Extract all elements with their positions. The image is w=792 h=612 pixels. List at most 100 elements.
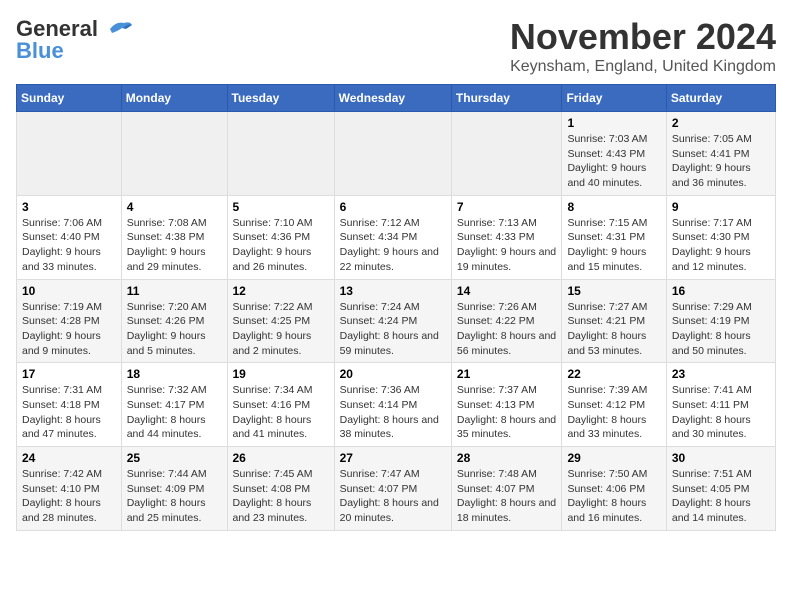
calendar-cell: 1 Sunrise: 7:03 AM Sunset: 4:43 PM Daylig… — [562, 112, 666, 196]
day-number: 28 — [457, 451, 557, 465]
day-number: 1 — [567, 116, 660, 130]
day-info: Sunrise: 7:08 AM Sunset: 4:38 PM Dayligh… — [127, 216, 222, 275]
day-info: Sunrise: 7:15 AM Sunset: 4:31 PM Dayligh… — [567, 216, 660, 275]
calendar-cell: 24Sunrise: 7:42 AM Sunset: 4:10 PM Dayli… — [17, 447, 122, 531]
day-info: Sunrise: 7:47 AM Sunset: 4:07 PM Dayligh… — [340, 467, 446, 526]
day-number: 27 — [340, 451, 446, 465]
day-number: 18 — [127, 367, 222, 381]
day-info: Sunrise: 7:31 AM Sunset: 4:18 PM Dayligh… — [22, 383, 116, 442]
day-number: 5 — [233, 200, 329, 214]
day-info: Sunrise: 7:03 AM Sunset: 4:43 PM Dayligh… — [567, 132, 660, 191]
day-info: Sunrise: 7:36 AM Sunset: 4:14 PM Dayligh… — [340, 383, 446, 442]
day-number: 26 — [233, 451, 329, 465]
calendar-cell: 29 Sunrise: 7:50 AM Sunset: 4:06 PM Dayli… — [562, 447, 666, 531]
day-info: Sunrise: 7:39 AM Sunset: 4:12 PM Dayligh… — [567, 383, 660, 442]
day-number: 29 — [567, 451, 660, 465]
day-number: 8 — [567, 200, 660, 214]
day-number: 20 — [340, 367, 446, 381]
day-number: 12 — [233, 284, 329, 298]
day-info: Sunrise: 7:13 AM Sunset: 4:33 PM Dayligh… — [457, 216, 557, 275]
day-number: 14 — [457, 284, 557, 298]
day-number: 23 — [672, 367, 770, 381]
logo-text-blue: Blue — [16, 38, 64, 64]
day-number: 4 — [127, 200, 222, 214]
day-info: Sunrise: 7:32 AM Sunset: 4:17 PM Dayligh… — [127, 383, 222, 442]
day-info: Sunrise: 7:34 AM Sunset: 4:16 PM Dayligh… — [233, 383, 329, 442]
month-title: November 2024 — [510, 16, 776, 58]
day-info: Sunrise: 7:24 AM Sunset: 4:24 PM Dayligh… — [340, 300, 446, 359]
day-info: Sunrise: 7:37 AM Sunset: 4:13 PM Dayligh… — [457, 383, 557, 442]
day-number: 22 — [567, 367, 660, 381]
calendar-cell: 21Sunrise: 7:37 AM Sunset: 4:13 PM Dayli… — [451, 363, 562, 447]
day-info: Sunrise: 7:26 AM Sunset: 4:22 PM Dayligh… — [457, 300, 557, 359]
header: General Blue November 2024 Keynsham, Eng… — [16, 16, 776, 76]
calendar-week-5: 24Sunrise: 7:42 AM Sunset: 4:10 PM Dayli… — [17, 447, 776, 531]
header-day-monday: Monday — [121, 85, 227, 112]
calendar-week-2: 3 Sunrise: 7:06 AM Sunset: 4:40 PM Daylig… — [17, 195, 776, 279]
calendar-cell: 3 Sunrise: 7:06 AM Sunset: 4:40 PM Daylig… — [17, 195, 122, 279]
calendar-cell — [121, 112, 227, 196]
calendar-cell — [451, 112, 562, 196]
day-number: 2 — [672, 116, 770, 130]
calendar-cell: 9 Sunrise: 7:17 AM Sunset: 4:30 PM Daylig… — [666, 195, 775, 279]
day-info: Sunrise: 7:22 AM Sunset: 4:25 PM Dayligh… — [233, 300, 329, 359]
calendar-week-4: 17 Sunrise: 7:31 AM Sunset: 4:18 PM Dayli… — [17, 363, 776, 447]
calendar-cell: 16 Sunrise: 7:29 AM Sunset: 4:19 PM Dayli… — [666, 279, 775, 363]
calendar-week-3: 10Sunrise: 7:19 AM Sunset: 4:28 PM Dayli… — [17, 279, 776, 363]
day-number: 17 — [22, 367, 116, 381]
calendar-cell — [227, 112, 334, 196]
day-info: Sunrise: 7:45 AM Sunset: 4:08 PM Dayligh… — [233, 467, 329, 526]
calendar-cell: 7Sunrise: 7:13 AM Sunset: 4:33 PM Daylig… — [451, 195, 562, 279]
logo: General Blue — [16, 16, 134, 64]
day-info: Sunrise: 7:10 AM Sunset: 4:36 PM Dayligh… — [233, 216, 329, 275]
calendar-cell: 12 Sunrise: 7:22 AM Sunset: 4:25 PM Dayli… — [227, 279, 334, 363]
calendar-cell: 11Sunrise: 7:20 AM Sunset: 4:26 PM Dayli… — [121, 279, 227, 363]
calendar-cell: 13Sunrise: 7:24 AM Sunset: 4:24 PM Dayli… — [334, 279, 451, 363]
calendar-cell: 5 Sunrise: 7:10 AM Sunset: 4:36 PM Daylig… — [227, 195, 334, 279]
calendar-cell: 15 Sunrise: 7:27 AM Sunset: 4:21 PM Dayli… — [562, 279, 666, 363]
day-info: Sunrise: 7:44 AM Sunset: 4:09 PM Dayligh… — [127, 467, 222, 526]
day-number: 3 — [22, 200, 116, 214]
calendar-cell: 6 Sunrise: 7:12 AM Sunset: 4:34 PM Daylig… — [334, 195, 451, 279]
calendar-cell: 2 Sunrise: 7:05 AM Sunset: 4:41 PM Daylig… — [666, 112, 775, 196]
day-number: 15 — [567, 284, 660, 298]
header-day-thursday: Thursday — [451, 85, 562, 112]
day-info: Sunrise: 7:06 AM Sunset: 4:40 PM Dayligh… — [22, 216, 116, 275]
calendar-header-row: SundayMondayTuesdayWednesdayThursdayFrid… — [17, 85, 776, 112]
calendar-cell: 17 Sunrise: 7:31 AM Sunset: 4:18 PM Dayli… — [17, 363, 122, 447]
day-info: Sunrise: 7:27 AM Sunset: 4:21 PM Dayligh… — [567, 300, 660, 359]
calendar-cell: 18 Sunrise: 7:32 AM Sunset: 4:17 PM Dayli… — [121, 363, 227, 447]
day-number: 30 — [672, 451, 770, 465]
header-day-friday: Friday — [562, 85, 666, 112]
day-number: 16 — [672, 284, 770, 298]
calendar-table: SundayMondayTuesdayWednesdayThursdayFrid… — [16, 84, 776, 531]
header-day-saturday: Saturday — [666, 85, 775, 112]
calendar-cell: 25 Sunrise: 7:44 AM Sunset: 4:09 PM Dayli… — [121, 447, 227, 531]
day-info: Sunrise: 7:12 AM Sunset: 4:34 PM Dayligh… — [340, 216, 446, 275]
header-day-sunday: Sunday — [17, 85, 122, 112]
day-number: 9 — [672, 200, 770, 214]
calendar-cell: 23Sunrise: 7:41 AM Sunset: 4:11 PM Dayli… — [666, 363, 775, 447]
header-day-wednesday: Wednesday — [334, 85, 451, 112]
day-info: Sunrise: 7:05 AM Sunset: 4:41 PM Dayligh… — [672, 132, 770, 191]
logo-bird-icon — [102, 19, 134, 39]
calendar-cell: 27 Sunrise: 7:47 AM Sunset: 4:07 PM Dayli… — [334, 447, 451, 531]
day-info: Sunrise: 7:17 AM Sunset: 4:30 PM Dayligh… — [672, 216, 770, 275]
day-info: Sunrise: 7:29 AM Sunset: 4:19 PM Dayligh… — [672, 300, 770, 359]
calendar-cell: 8 Sunrise: 7:15 AM Sunset: 4:31 PM Daylig… — [562, 195, 666, 279]
calendar-cell: 19Sunrise: 7:34 AM Sunset: 4:16 PM Dayli… — [227, 363, 334, 447]
calendar-cell: 28Sunrise: 7:48 AM Sunset: 4:07 PM Dayli… — [451, 447, 562, 531]
day-number: 25 — [127, 451, 222, 465]
calendar-cell: 26 Sunrise: 7:45 AM Sunset: 4:08 PM Dayli… — [227, 447, 334, 531]
day-info: Sunrise: 7:50 AM Sunset: 4:06 PM Dayligh… — [567, 467, 660, 526]
day-number: 6 — [340, 200, 446, 214]
calendar-cell — [334, 112, 451, 196]
calendar-cell: 10Sunrise: 7:19 AM Sunset: 4:28 PM Dayli… — [17, 279, 122, 363]
day-number: 10 — [22, 284, 116, 298]
header-day-tuesday: Tuesday — [227, 85, 334, 112]
day-info: Sunrise: 7:51 AM Sunset: 4:05 PM Dayligh… — [672, 467, 770, 526]
calendar-cell: 30 Sunrise: 7:51 AM Sunset: 4:05 PM Dayli… — [666, 447, 775, 531]
location: Keynsham, England, United Kingdom — [510, 58, 776, 76]
title-area: November 2024 Keynsham, England, United … — [510, 16, 776, 76]
calendar-cell: 20 Sunrise: 7:36 AM Sunset: 4:14 PM Dayli… — [334, 363, 451, 447]
